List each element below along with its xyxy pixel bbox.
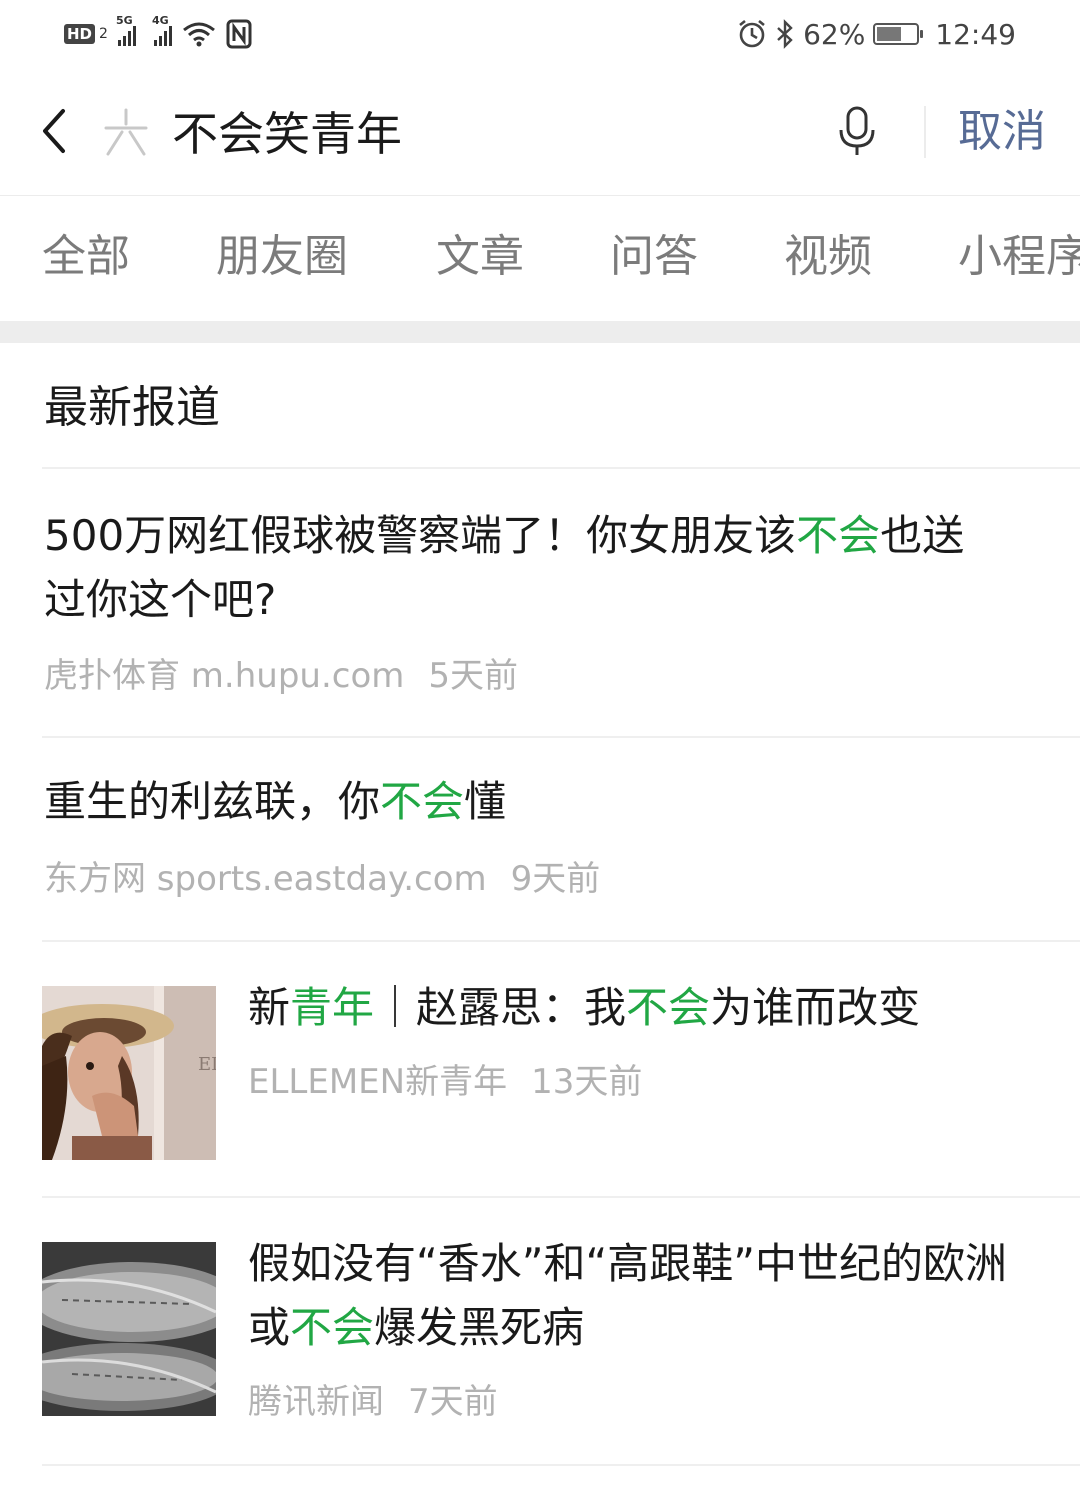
result-thumbnail <box>42 1242 216 1416</box>
nfc-icon <box>226 19 252 49</box>
wifi-icon <box>183 22 215 47</box>
microphone-icon <box>839 106 875 155</box>
battery-icon <box>873 23 924 45</box>
result-time: 7天前 <box>408 1382 498 1422</box>
title-text: 为谁而改变 <box>710 983 921 1032</box>
result-source: ELLEMEN新青年 <box>248 1062 508 1102</box>
tab-articles[interactable]: 文章 <box>436 227 524 287</box>
divider <box>42 736 1080 738</box>
highlighted-keyword: 不会 <box>380 777 465 826</box>
result-time: 13天前 <box>531 1062 643 1102</box>
result-source: 东方网 sports.eastday.com <box>44 859 487 899</box>
hd-badge: HD <box>64 24 96 44</box>
title-text: 新 <box>248 983 291 1032</box>
result-time: 5天前 <box>428 656 519 696</box>
result-title: 新青年｜赵露思：我不会为谁而改变 <box>248 976 1028 1040</box>
voice-input-button[interactable] <box>830 102 884 162</box>
tab-all[interactable]: 全部 <box>42 227 130 287</box>
tab-mini-programs[interactable]: 小程序 <box>958 227 1080 287</box>
svg-text:EL: EL <box>198 1054 216 1075</box>
divider <box>42 467 1080 469</box>
result-meta: ELLEMEN新青年 13天前 <box>248 1060 642 1104</box>
section-gap <box>0 321 1080 343</box>
header-divider <box>924 106 926 158</box>
alarm-icon <box>739 19 765 48</box>
title-text: 懂 <box>464 777 507 826</box>
divider <box>42 1464 1080 1466</box>
status-bar: HD 2 5G 4G 62% 12:49 <box>0 0 1080 68</box>
tab-videos[interactable]: 视频 <box>784 227 872 287</box>
highlighted-keyword: 不会 <box>796 511 881 560</box>
result-meta: 腾讯新闻 7天前 <box>248 1380 498 1424</box>
signal-4g-icon: 4G <box>152 14 172 46</box>
title-text: 重生的利兹联，你 <box>44 777 381 826</box>
chevron-left-icon <box>43 109 65 153</box>
result-title: 500万网红假球被警察端了！你女朋友该不会也送过你这个吧? <box>44 504 1004 632</box>
search-tabs: 全部 朋友圈 文章 问答 视频 小程序 <box>0 197 1080 321</box>
back-button[interactable] <box>30 98 78 164</box>
highlighted-keyword: 青年 <box>290 983 375 1032</box>
search-logo-icon <box>104 108 148 156</box>
result-time: 9天前 <box>510 859 601 899</box>
divider <box>42 940 1080 942</box>
result-title: 重生的利兹联，你不会懂 <box>44 770 1004 834</box>
tab-qa[interactable]: 问答 <box>610 227 698 287</box>
clock: 12:49 <box>935 17 1016 51</box>
battery-percent: 62% <box>803 17 866 51</box>
tab-moments[interactable]: 朋友圈 <box>216 227 348 287</box>
result-meta: 东方网 sports.eastday.com 9天前 <box>44 857 600 901</box>
highlighted-keyword: 不会 <box>290 1303 375 1352</box>
title-text: 500万网红假球被警察端了！你女朋友该 <box>44 511 797 560</box>
bluetooth-icon <box>777 19 793 49</box>
search-header: 取消 <box>0 68 1080 196</box>
divider <box>42 1196 1080 1198</box>
status-left: HD 2 5G 4G <box>64 14 252 52</box>
result-title: 假如没有“香水”和“高跟鞋”中世纪的欧洲或不会爆发黑死病 <box>248 1232 1028 1360</box>
section-title: 最新报道 <box>44 382 220 433</box>
result-source: 虎扑体育 m.hupu.com <box>44 656 405 696</box>
result-thumbnail: EL <box>42 986 216 1160</box>
cancel-button[interactable]: 取消 <box>958 102 1046 162</box>
title-text: 爆发黑死病 <box>374 1303 585 1352</box>
signal-5g-icon: 5G <box>116 14 136 46</box>
status-right: 62% 12:49 <box>737 14 1016 54</box>
result-meta: 虎扑体育 m.hupu.com 5天前 <box>44 654 518 698</box>
title-text: ｜赵露思：我 <box>374 983 627 1032</box>
highlighted-keyword: 不会 <box>626 983 711 1032</box>
sim-number: 2 <box>99 26 108 42</box>
search-input[interactable] <box>172 98 792 164</box>
result-source: 腾讯新闻 <box>248 1382 384 1422</box>
